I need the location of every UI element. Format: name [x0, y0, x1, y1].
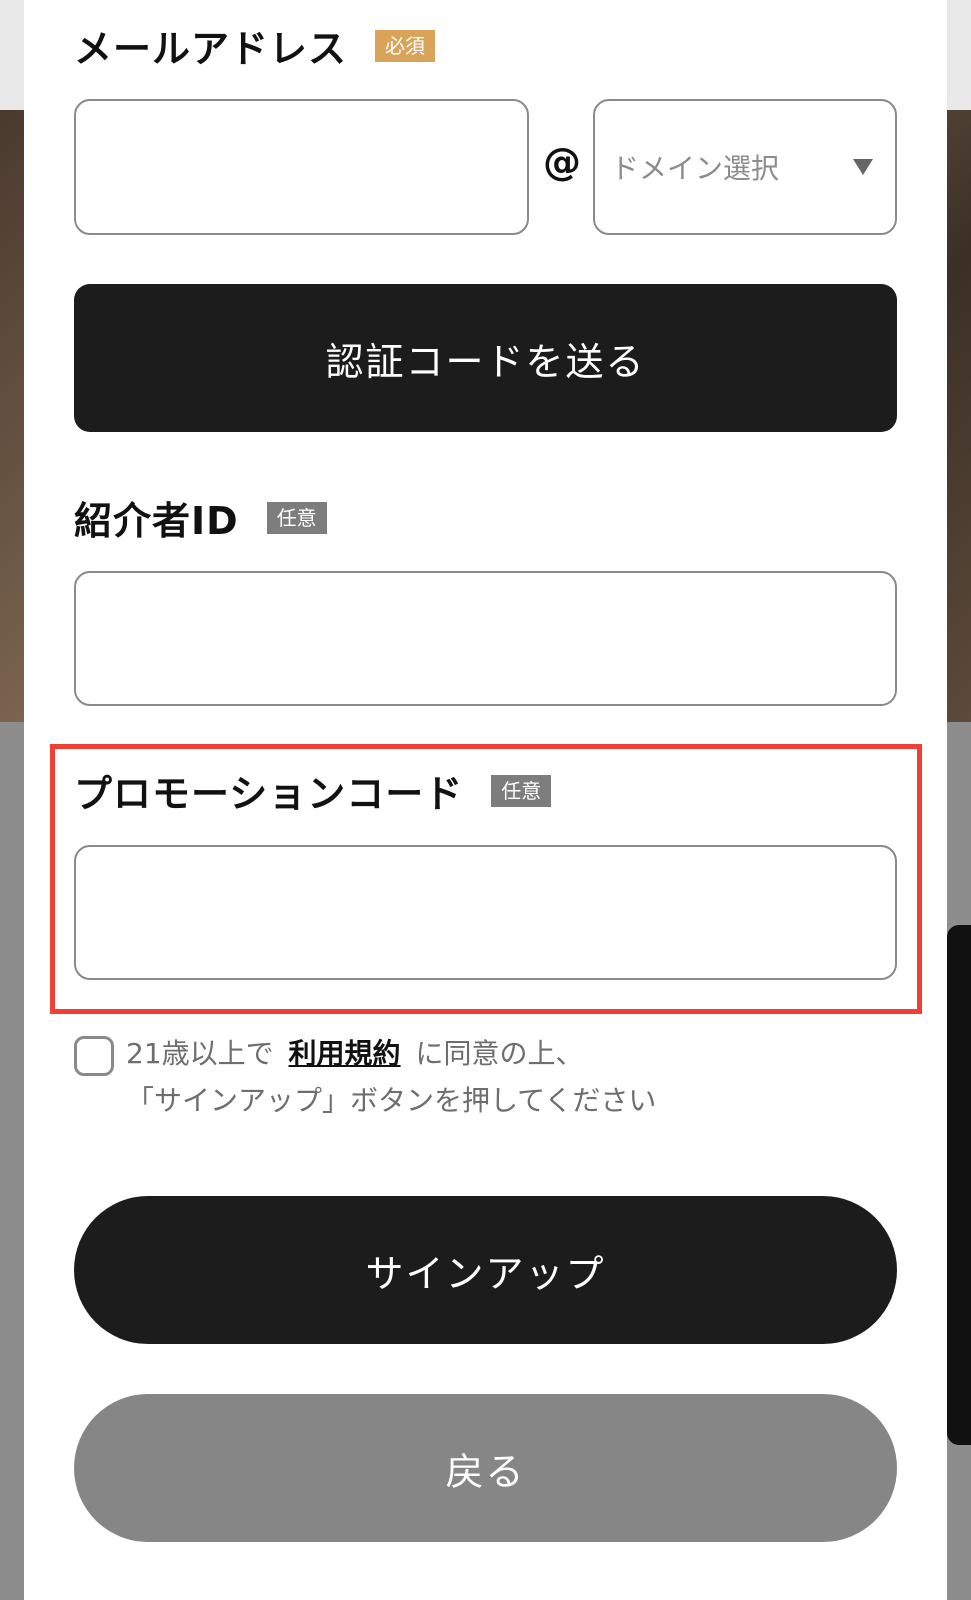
background-side-panel	[947, 925, 971, 1445]
email-local-input[interactable]	[74, 99, 529, 235]
terms-line-1: 21歳以上で 利用規約 に同意の上、	[126, 1030, 656, 1077]
referrer-label-row: 紹介者ID 任意	[74, 490, 327, 545]
promo-label: プロモーションコード	[74, 772, 464, 816]
terms-prefix: 21歳以上で	[126, 1037, 274, 1070]
optional-badge: 任意	[266, 501, 327, 534]
send-code-button[interactable]: 認証コードを送る	[74, 284, 897, 432]
terms-checkbox[interactable]	[74, 1036, 114, 1076]
required-badge: 必須	[375, 29, 436, 62]
domain-select-placeholder: ドメイン選択	[611, 152, 780, 185]
referrer-label: 紹介者ID	[74, 499, 239, 543]
terms-suffix: に同意の上、	[415, 1037, 584, 1070]
referrer-id-input[interactable]	[74, 571, 897, 706]
promo-code-input[interactable]	[74, 845, 897, 980]
domain-select[interactable]: ドメイン選択	[593, 99, 897, 235]
signup-button[interactable]: サインアップ	[74, 1196, 897, 1344]
promo-label-row: プロモーションコード 任意	[74, 763, 552, 818]
chevron-down-icon	[853, 159, 873, 175]
email-label: メールアドレス	[74, 27, 348, 71]
terms-link[interactable]: 利用規約	[289, 1037, 401, 1070]
terms-line-2: 「サインアップ」ボタンを押してください	[126, 1084, 657, 1117]
terms-text: 21歳以上で 利用規約 に同意の上、 「サインアップ」ボタンを押してください	[126, 1030, 656, 1124]
at-sign: @	[543, 140, 581, 184]
optional-badge: 任意	[491, 774, 552, 807]
email-label-row: メールアドレス 必須	[74, 18, 436, 73]
back-button[interactable]: 戻る	[74, 1394, 897, 1542]
